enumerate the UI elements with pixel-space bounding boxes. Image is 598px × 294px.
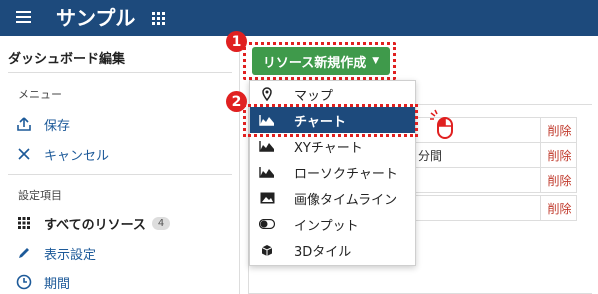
pencil-icon	[16, 245, 32, 261]
table-row: 削除	[415, 167, 577, 193]
settings-section-label: 設定項目	[18, 189, 62, 202]
app-title: サンプル	[56, 6, 136, 30]
step-marker-2: 2	[226, 91, 247, 112]
cube-icon	[259, 243, 275, 257]
period-label: 期間	[44, 276, 71, 292]
delete-button[interactable]: 削除	[540, 168, 578, 192]
close-icon	[16, 146, 32, 162]
menu-item-candlestick-chart[interactable]: ローソクチャート	[250, 159, 415, 185]
map-pin-icon	[259, 87, 275, 101]
row-text: 分間	[418, 148, 443, 163]
area-chart-icon	[259, 139, 275, 153]
toggle-icon	[259, 217, 275, 231]
step-marker-1: 1	[226, 31, 247, 52]
sidebar-title: ダッシュボード編集	[8, 52, 126, 67]
cancel-button[interactable]: キャンセル	[16, 142, 109, 166]
menu-item-label: 3Dタイル	[294, 244, 352, 260]
table-row: 分間 削除	[415, 142, 577, 168]
divider	[8, 174, 232, 175]
menu-item-image-timeline[interactable]: 画像タイムライン	[250, 185, 415, 211]
delete-button[interactable]: 削除	[540, 118, 578, 142]
area-chart-icon	[259, 165, 275, 179]
table-row: 削除	[415, 195, 577, 221]
menu-item-label: ローソクチャート	[294, 166, 398, 182]
cancel-label: キャンセル	[44, 148, 110, 164]
menu-item-3d-tiles[interactable]: 3Dタイル	[250, 237, 415, 263]
sidebar: ダッシュボード編集 メニュー 保存 キャンセル 設定項目 すべてのリソース 4 …	[0, 36, 240, 294]
divider	[8, 72, 232, 73]
hamburger-icon[interactable]	[16, 11, 31, 25]
delete-button[interactable]: 削除	[540, 196, 578, 220]
mouse-click-icon	[428, 109, 458, 139]
menu-item-label: XYチャート	[294, 140, 363, 156]
resource-count-badge: 4	[151, 216, 171, 230]
menu-item-label: インプット	[294, 218, 359, 234]
upload-icon	[16, 116, 32, 132]
image-icon	[259, 191, 275, 205]
save-button[interactable]: 保存	[16, 112, 70, 136]
grid-icon	[16, 215, 32, 231]
display-settings-label: 表示設定	[44, 247, 97, 263]
app-header: サンプル	[0, 0, 598, 36]
save-label: 保存	[44, 118, 71, 134]
sidebar-item-display-settings[interactable]: 表示設定	[16, 241, 96, 265]
clock-icon	[16, 274, 32, 290]
all-resources-label: すべてのリソース	[44, 217, 146, 233]
menu-item-label: 画像タイムライン	[294, 192, 398, 208]
highlight-frame-step2	[243, 104, 418, 137]
menu-section-label: メニュー	[18, 88, 62, 101]
sidebar-item-all-resources[interactable]: すべてのリソース 4	[16, 211, 171, 235]
menu-item-label: マップ	[294, 88, 334, 104]
sidebar-item-period[interactable]: 期間	[16, 270, 70, 294]
delete-button[interactable]: 削除	[540, 143, 578, 167]
highlight-frame-step1	[243, 42, 396, 80]
menu-item-input[interactable]: インプット	[250, 211, 415, 237]
grid-icon[interactable]	[152, 12, 165, 25]
